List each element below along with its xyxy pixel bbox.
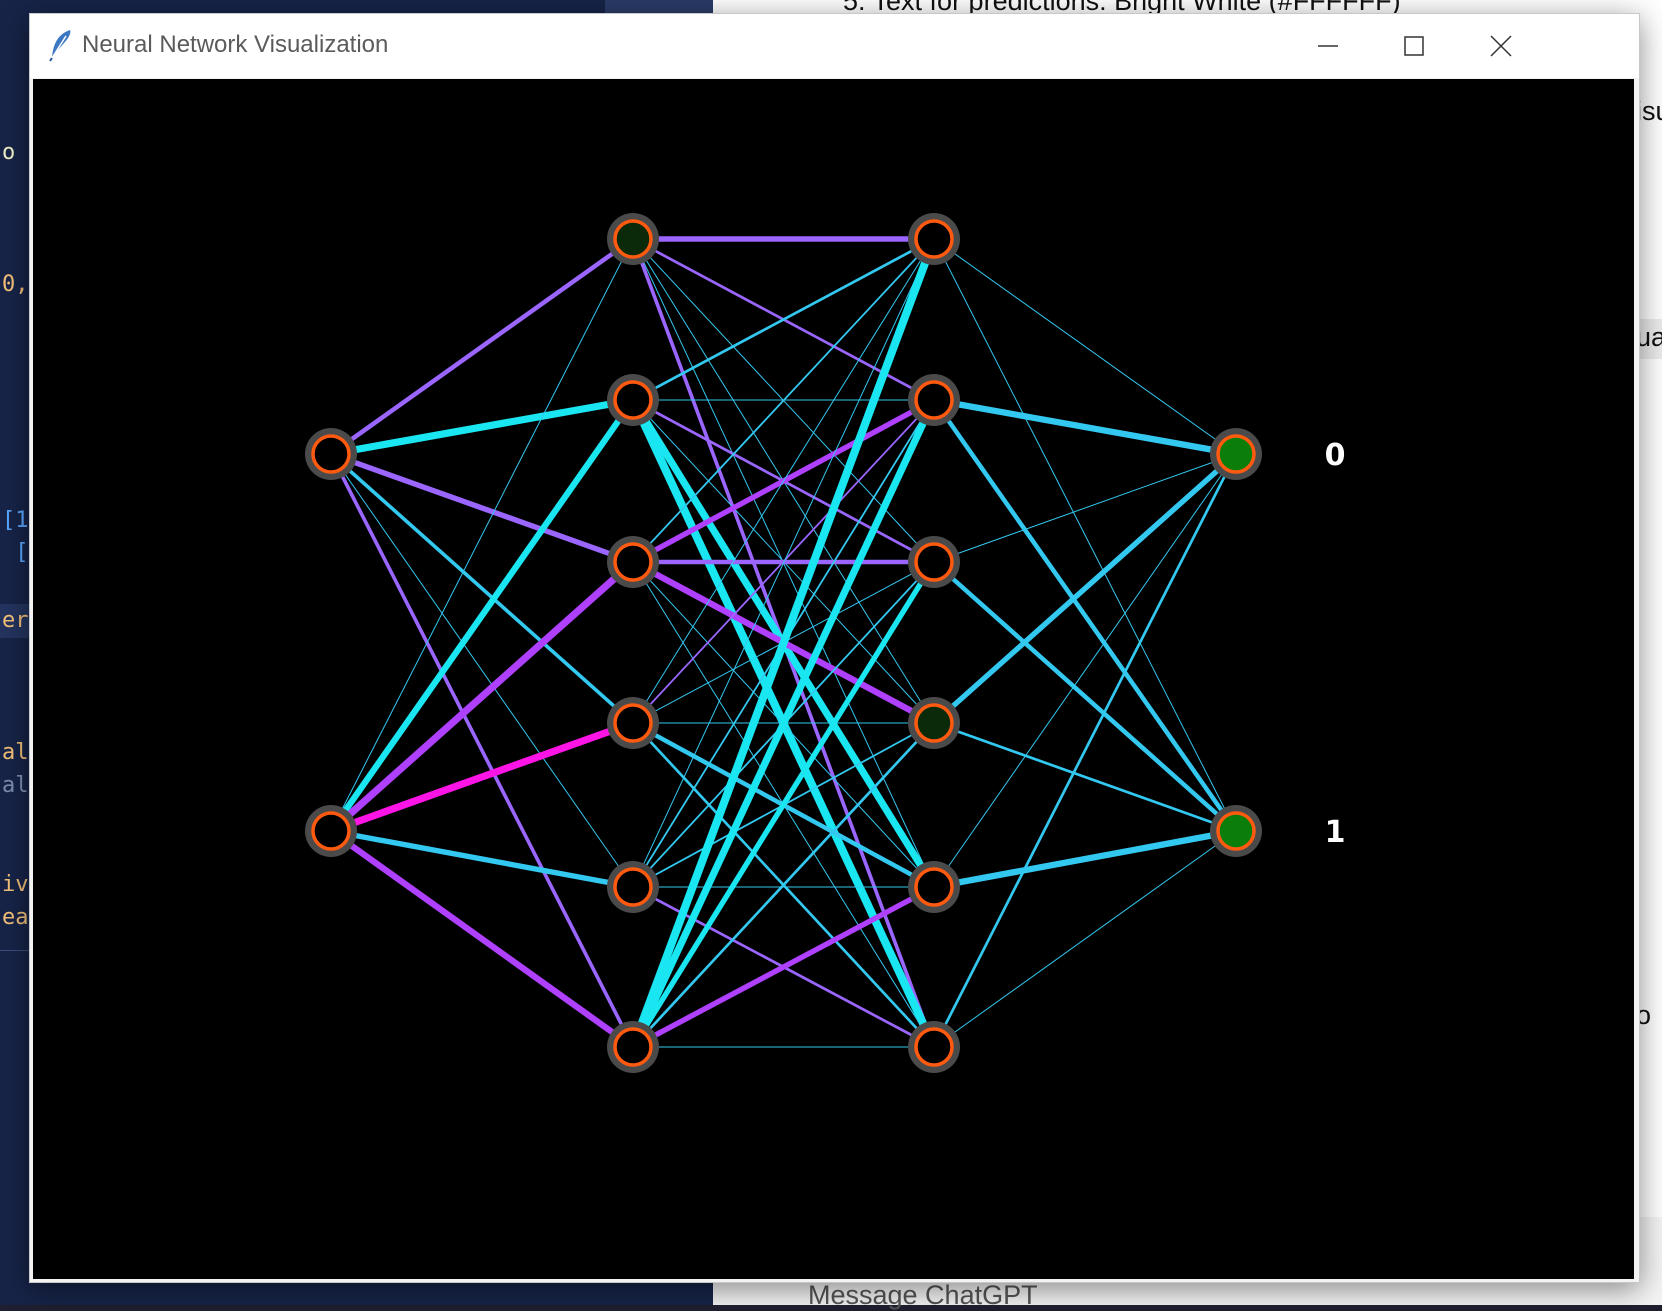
message-input-placeholder[interactable]: Message ChatGPT	[808, 1280, 1038, 1311]
code-fragment: al	[2, 740, 29, 765]
output-labels-layer: 01	[1325, 438, 1346, 850]
output-label: 1	[1325, 815, 1346, 850]
neuron-circle	[613, 542, 653, 582]
connection-line	[327, 558, 637, 835]
neuron-hidden2	[908, 374, 960, 426]
neuron-hidden1	[607, 374, 659, 426]
code-fragment: iv	[2, 872, 29, 897]
connection-line	[933, 453, 1237, 888]
connection-line	[931, 559, 1239, 834]
close-icon	[1490, 35, 1512, 57]
neuron-circle	[613, 867, 653, 907]
window-title: Neural Network Visualization	[82, 31, 389, 58]
neuron-circle	[914, 867, 954, 907]
network-diagram: 01	[305, 213, 1346, 1073]
neuron-hidden2	[908, 536, 960, 588]
neuron-hidden2	[908, 1021, 960, 1073]
connections-layer	[327, 234, 1240, 1052]
network-canvas[interactable]: 01	[33, 79, 1634, 1279]
close-button[interactable]	[1455, 14, 1547, 78]
neuron-circle	[613, 703, 653, 743]
editor-divider	[0, 950, 32, 951]
connection-line	[327, 396, 637, 458]
code-fragment: [	[2, 540, 29, 565]
connection-line	[327, 827, 637, 1051]
title-bar[interactable]: Neural Network Visualization	[30, 14, 1639, 78]
neuron-circle	[1216, 811, 1256, 851]
connection-line	[933, 238, 1237, 832]
minimize-icon	[1317, 35, 1339, 57]
connection-line	[328, 236, 636, 457]
neuron-input	[305, 805, 357, 857]
neuron-hidden1	[607, 213, 659, 265]
code-fragment: er	[2, 608, 29, 633]
neuron-hidden1	[607, 697, 659, 749]
connection-line	[931, 451, 1239, 726]
code-fragment: 0,	[2, 272, 29, 297]
connection-line	[329, 452, 635, 725]
neuron-circle	[914, 1027, 954, 1067]
neuron-circle	[1216, 434, 1256, 474]
neuron-circle	[914, 703, 954, 743]
connection-line	[931, 397, 1239, 834]
connection-line	[933, 238, 1237, 455]
neuron-hidden1	[607, 536, 659, 588]
neuron-input	[305, 428, 357, 480]
neuron-hidden2	[908, 697, 960, 749]
maximize-button[interactable]	[1368, 14, 1460, 78]
neuron-hidden1	[607, 861, 659, 913]
connection-line	[328, 828, 636, 890]
maximize-icon	[1403, 35, 1425, 57]
connection-line	[930, 396, 1240, 458]
code-fragment: o	[2, 140, 16, 165]
neuron-circle	[914, 380, 954, 420]
code-fragment: [1	[2, 508, 29, 533]
neuron-circle	[311, 434, 351, 474]
connection-line	[932, 721, 1238, 833]
neuron-circle	[613, 380, 653, 420]
neuron-output	[1210, 805, 1262, 857]
neuron-hidden2	[908, 213, 960, 265]
connection-line	[933, 830, 1237, 1048]
neuron-output	[1210, 428, 1262, 480]
neuron-hidden1	[607, 1021, 659, 1073]
connection-line	[932, 452, 1238, 1049]
neuron-circle	[613, 1027, 653, 1067]
feather-icon	[48, 28, 74, 62]
app-window: Neural Network Visualization 01	[29, 13, 1640, 1283]
connection-line	[327, 719, 637, 835]
connection-line	[330, 453, 634, 888]
neuron-circle	[914, 542, 954, 582]
neuron-circle	[613, 219, 653, 259]
code-fragment: ea	[2, 905, 29, 930]
neuron-hidden2	[908, 861, 960, 913]
connection-line	[327, 396, 637, 835]
connection-line	[930, 827, 1240, 891]
output-label: 0	[1325, 438, 1346, 473]
neuron-circle	[914, 219, 954, 259]
neuron-circle	[311, 811, 351, 851]
minimize-button[interactable]	[1282, 14, 1374, 78]
code-fragment: al	[2, 773, 29, 798]
